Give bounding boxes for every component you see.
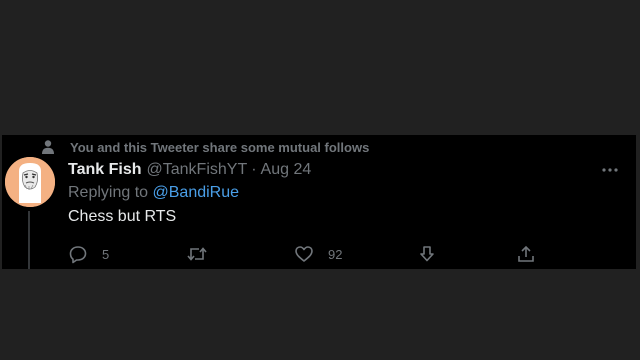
social-context-text: You and this Tweeter share some mutual f… bbox=[70, 139, 370, 155]
share-icon bbox=[516, 244, 536, 264]
retweet-button[interactable] bbox=[186, 243, 222, 265]
reply-count: 5 bbox=[102, 246, 110, 262]
separator: · bbox=[251, 161, 257, 178]
tweet-actions: 5 92 bbox=[68, 243, 548, 265]
author-handle[interactable]: @TankFishYT bbox=[147, 161, 248, 179]
bookmark-button[interactable] bbox=[417, 243, 437, 265]
social-context: You and this Tweeter share some mutual f… bbox=[40, 137, 369, 157]
heart-icon bbox=[294, 244, 314, 264]
person-icon bbox=[40, 139, 56, 155]
replying-to: Replying to @BandiRue bbox=[68, 184, 239, 202]
thread-line bbox=[28, 211, 30, 269]
reply-icon bbox=[68, 244, 88, 264]
download-arrow-icon bbox=[417, 244, 437, 264]
tweet-date[interactable]: Aug 24 bbox=[261, 161, 312, 179]
author-name[interactable]: Tank Fish bbox=[68, 161, 142, 179]
avatar[interactable] bbox=[5, 157, 55, 207]
tweet-text: Chess but RTS bbox=[68, 208, 177, 225]
retweet-icon bbox=[186, 244, 208, 264]
tweet-header: Tank Fish @TankFishYT · Aug 24 bbox=[68, 160, 311, 180]
replying-to-label: Replying to bbox=[68, 184, 149, 201]
tweet-card[interactable]: You and this Tweeter share some mutual f… bbox=[2, 135, 636, 269]
share-button[interactable] bbox=[516, 243, 536, 265]
replying-to-mention[interactable]: @BandiRue bbox=[153, 184, 240, 201]
avatar-image bbox=[5, 157, 55, 207]
like-button[interactable]: 92 bbox=[294, 243, 342, 265]
more-options-icon[interactable] bbox=[600, 160, 620, 180]
like-count: 92 bbox=[328, 246, 343, 262]
reply-button[interactable]: 5 bbox=[68, 243, 109, 265]
